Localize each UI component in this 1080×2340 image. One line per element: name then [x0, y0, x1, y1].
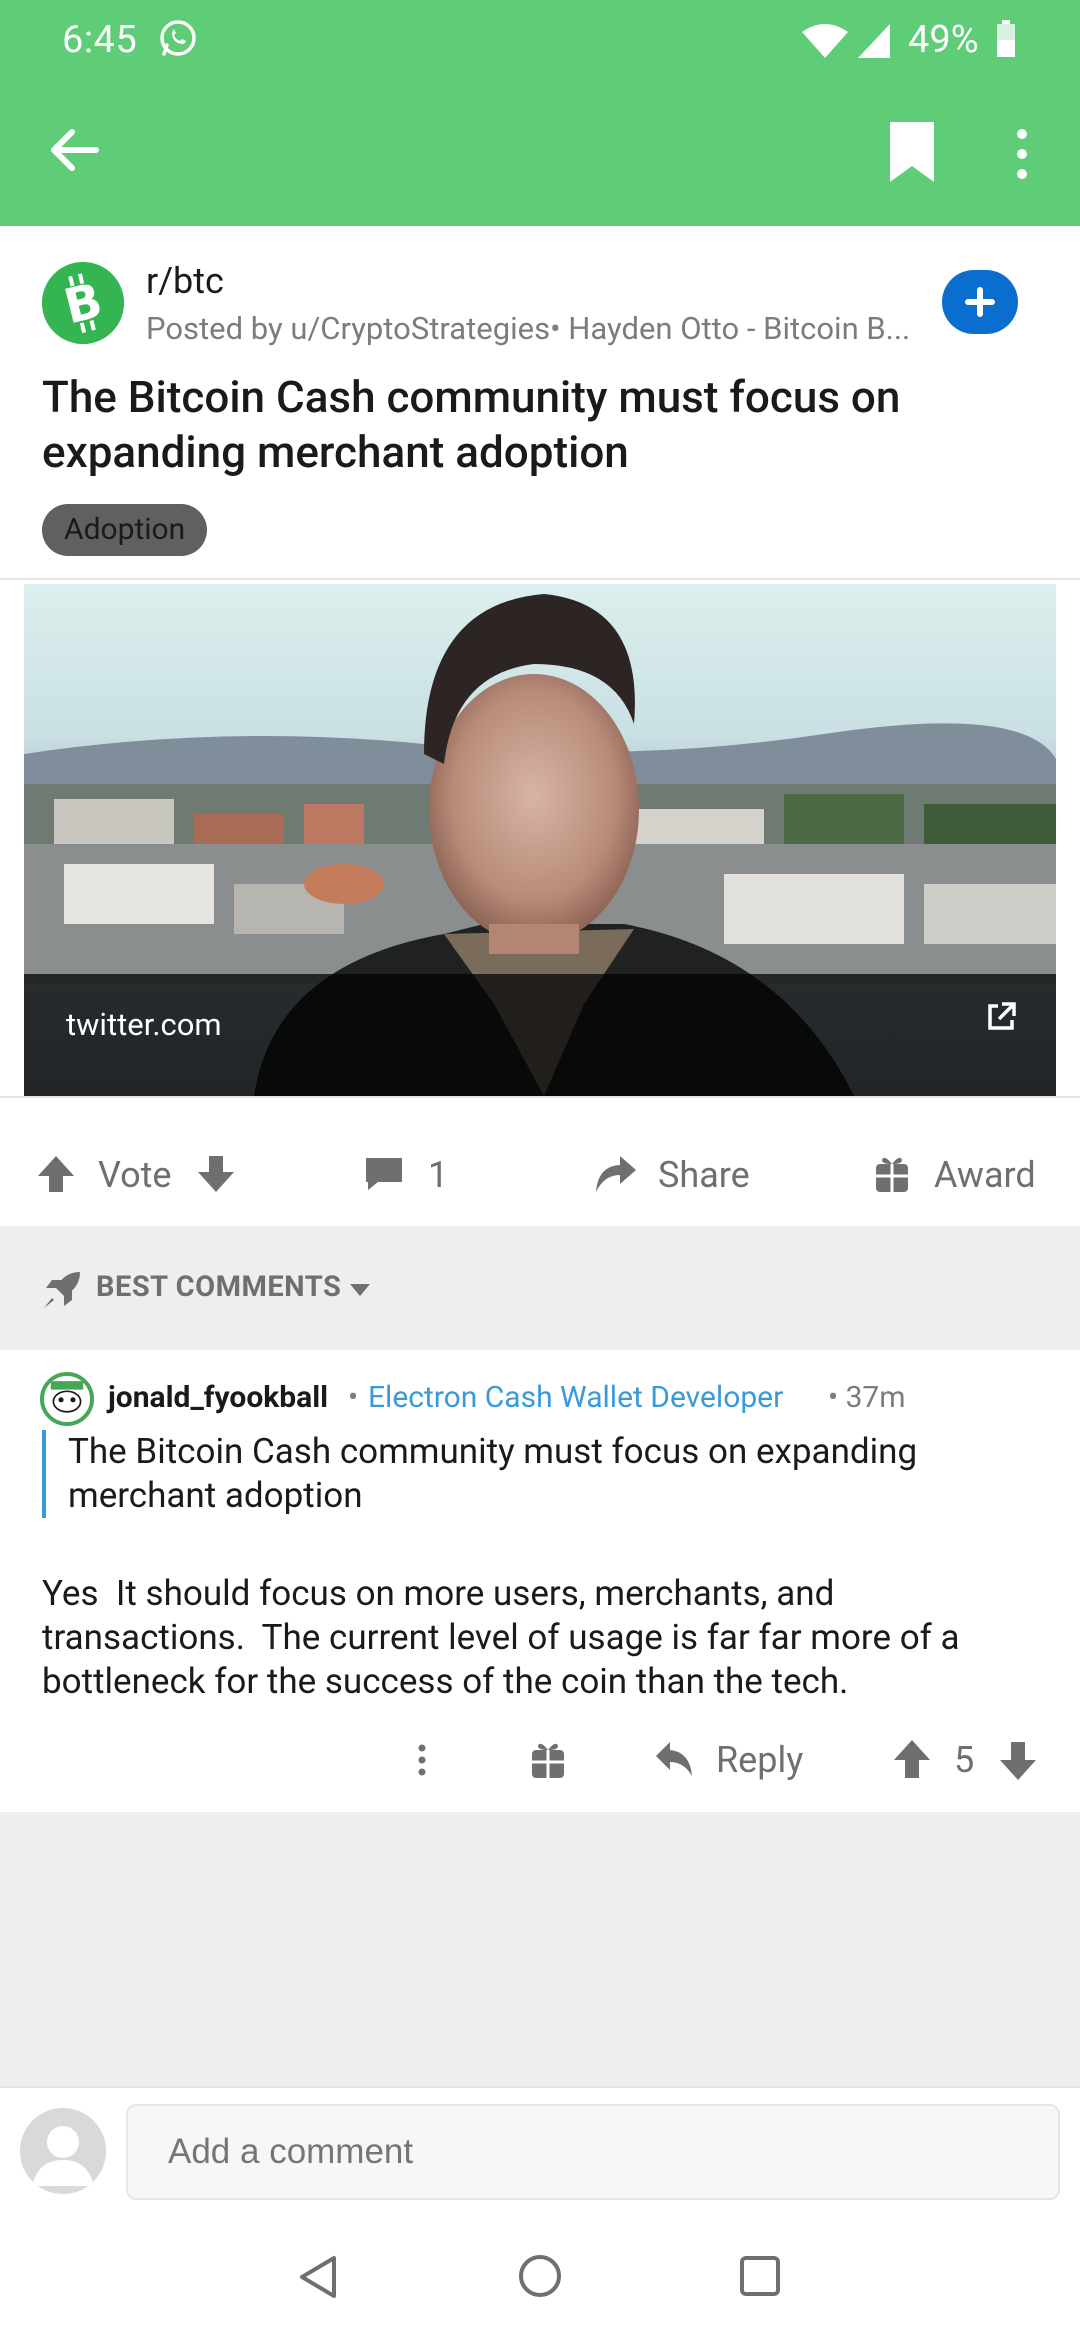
upvote-button[interactable] — [36, 1148, 76, 1202]
reply-label[interactable]: Reply — [716, 1728, 803, 1792]
rocket-icon — [44, 1272, 80, 1308]
comment-quote: The Bitcoin Cash community must focus on… — [42, 1430, 1032, 1518]
comment-more-button[interactable] — [410, 1728, 434, 1792]
award-button[interactable] — [874, 1148, 910, 1202]
share-button[interactable] — [594, 1148, 638, 1202]
status-time: 6:45 — [62, 18, 138, 62]
arrow-down-icon — [198, 1156, 234, 1192]
award-label[interactable]: Award — [934, 1148, 1036, 1202]
user-flair: Electron Cash Wallet Developer — [368, 1380, 784, 1415]
plus-icon — [965, 287, 995, 317]
post-flair[interactable]: Adoption — [42, 504, 208, 556]
whatsapp-icon — [160, 20, 196, 56]
comment-upvote-button[interactable] — [892, 1728, 932, 1792]
cellular-signal-icon — [858, 24, 890, 58]
caret-down-icon — [350, 1284, 370, 1296]
arrow-up-icon — [38, 1156, 74, 1192]
sort-label[interactable]: BEST COMMENTS — [96, 1270, 341, 1304]
comment-body: Yes It should focus on more users, merch… — [42, 1573, 969, 1702]
subreddit-name[interactable]: r/btc — [146, 260, 224, 302]
comment-composer — [0, 2086, 1080, 2214]
avatar[interactable] — [40, 1372, 94, 1426]
post-action-bar: Vote 1 Share Award — [0, 1120, 1080, 1230]
link-domain[interactable]: twitter.com — [66, 1006, 222, 1043]
comment-count[interactable]: 1 — [428, 1148, 448, 1202]
more-vertical-icon — [418, 1744, 426, 1776]
arrow-up-icon — [894, 1740, 930, 1778]
link-preview-card[interactable]: twitter.com — [24, 584, 1056, 1096]
toolbar — [0, 100, 1080, 210]
bitcoin-cash-icon[interactable]: B — [42, 262, 124, 344]
app-header: 6:45 49% — [0, 0, 1080, 226]
join-subreddit-button[interactable] — [942, 270, 1018, 334]
link-preview[interactable]: twitter.com — [0, 578, 1080, 1098]
post-meta[interactable]: Posted by u/CryptoStrategies• Hayden Ott… — [146, 310, 936, 347]
user-avatar-icon[interactable] — [20, 2108, 106, 2194]
comment: jonald_fyookball • Electron Cash Wallet … — [0, 1350, 1080, 1812]
share-label[interactable]: Share — [658, 1148, 750, 1202]
share-arrow-icon — [596, 1156, 636, 1192]
gift-icon — [876, 1157, 908, 1192]
link-domain-bar[interactable]: twitter.com — [24, 974, 1056, 1096]
battery-percent: 49% — [908, 18, 979, 62]
post-title: The Bitcoin Cash community must focus on… — [42, 371, 901, 478]
nav-recents-icon[interactable] — [738, 2254, 782, 2298]
comment-username[interactable]: jonald_fyookball — [108, 1380, 328, 1415]
vote-label: Vote — [98, 1154, 172, 1196]
comment-action-bar: Reply 5 — [0, 1728, 1080, 1792]
separator: • — [348, 1380, 359, 1415]
downvote-button[interactable] — [196, 1148, 236, 1202]
gift-icon — [532, 1743, 564, 1778]
comments-button[interactable] — [364, 1148, 404, 1202]
comment-input[interactable] — [126, 2104, 1060, 2200]
empty-area — [0, 1812, 1080, 2086]
comment-sort-bar[interactable]: BEST COMMENTS — [0, 1226, 1080, 1350]
comment-award-button[interactable] — [530, 1728, 566, 1792]
wifi-icon — [802, 24, 848, 58]
more-vertical-icon[interactable] — [1004, 126, 1040, 182]
status-bar: 6:45 49% — [0, 0, 1080, 80]
arrow-left-icon[interactable] — [44, 120, 104, 180]
comment-bubble-icon — [366, 1158, 402, 1190]
comment-downvote-button[interactable] — [998, 1728, 1038, 1792]
battery-icon — [997, 20, 1015, 57]
arrow-down-icon — [1000, 1742, 1036, 1780]
nav-back-icon[interactable] — [296, 2254, 342, 2300]
nav-home-icon[interactable] — [516, 2252, 564, 2300]
reply-arrow-icon — [656, 1742, 692, 1776]
comment-score: 5 — [954, 1739, 975, 1781]
comment-time: • 37m — [828, 1380, 906, 1415]
external-link-icon[interactable] — [984, 1000, 1018, 1034]
reply-button[interactable] — [654, 1728, 694, 1792]
bookmark-icon[interactable] — [884, 120, 940, 184]
system-nav-bar — [0, 2214, 1080, 2340]
